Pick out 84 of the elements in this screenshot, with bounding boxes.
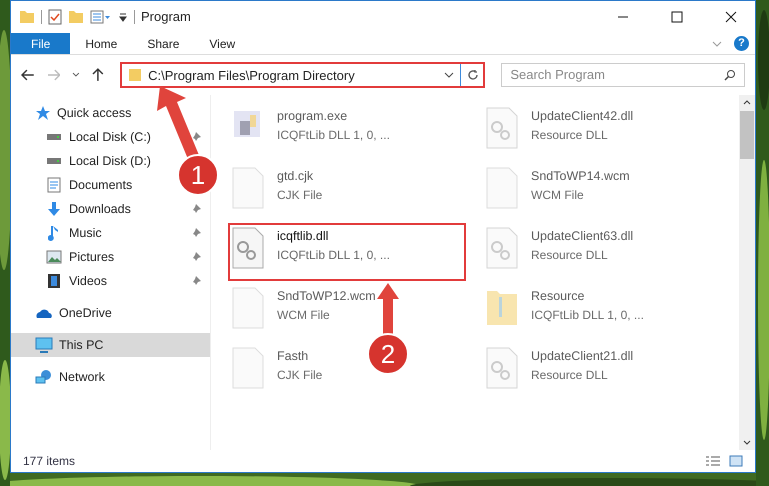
file-type: CJK File: [277, 186, 322, 204]
ribbon-tab[interactable]: Home: [70, 33, 132, 54]
scroll-up-icon[interactable]: [743, 99, 751, 105]
dropdown-icon[interactable]: [118, 12, 128, 22]
sidebar-item[interactable]: Local Disk (C:): [69, 128, 151, 146]
address-bar[interactable]: C:\Program Files\Program Directory: [120, 62, 486, 88]
file-type: ICQFtLib DLL 1, 0, ...: [277, 246, 390, 264]
blank-file-icon: [486, 167, 518, 209]
sidebar-item[interactable]: Pictures: [69, 248, 114, 266]
file-name[interactable]: SndToWP12.wcm: [277, 287, 376, 306]
file-name[interactable]: program.exe: [277, 107, 348, 126]
music-note-icon: [48, 225, 60, 241]
gear-file-icon: [486, 227, 518, 269]
address-path: C:\Program Files\Program Directory: [148, 68, 356, 82]
blank-file-icon: [232, 347, 264, 389]
sidebar-item[interactable]: Downloads: [69, 200, 131, 218]
file-type: ICQFtLib DLL 1, 0, ...: [277, 126, 390, 144]
scroll-thumb[interactable]: [740, 111, 754, 159]
drive-icon: [46, 157, 62, 165]
file-type: Resource DLL: [531, 126, 608, 144]
back-arrow-icon[interactable]: [21, 69, 35, 81]
sidebar-item[interactable]: OneDrive: [11, 301, 210, 325]
refresh-icon[interactable]: [467, 69, 480, 81]
blank-file-icon: [232, 287, 264, 329]
network-icon: [35, 369, 53, 385]
picture-icon: [46, 250, 62, 264]
file-name[interactable]: gtd.cjk: [277, 167, 314, 186]
document-icon: [47, 177, 61, 193]
pin-icon[interactable]: [190, 227, 202, 239]
gear-file-icon: [486, 347, 518, 389]
ribbon-tab[interactable]: View: [194, 33, 250, 54]
pin-icon[interactable]: [190, 131, 202, 143]
sidebar-item[interactable]: Videos: [69, 272, 107, 290]
file-type: CJK File: [277, 366, 322, 384]
sidebar-item[interactable]: Documents: [69, 176, 132, 194]
maximize-icon[interactable]: [671, 11, 683, 23]
ribbon-tab[interactable]: Share: [132, 33, 194, 54]
details-view-icon[interactable]: [705, 455, 721, 467]
film-icon: [47, 273, 61, 289]
down-arrow-icon: [46, 201, 62, 217]
search-icon: [724, 69, 736, 81]
drive-icon: [46, 133, 62, 141]
sidebar-item[interactable]: Music: [69, 224, 102, 242]
gear-file-icon: [232, 227, 264, 269]
file-type: ICQFtLib DLL 1, 0, ...: [531, 306, 644, 324]
chevron-down-icon[interactable]: [72, 72, 80, 78]
up-arrow-icon[interactable]: [92, 68, 104, 82]
chevron-down-icon[interactable]: [444, 71, 454, 79]
star-icon: [35, 105, 51, 121]
pin-icon[interactable]: [190, 251, 202, 263]
search-input[interactable]: Search Program: [510, 65, 724, 85]
tiles-view-icon[interactable]: [729, 455, 743, 467]
folder-icon: [128, 68, 142, 82]
search-field[interactable]: Search Program: [501, 63, 745, 87]
pin-icon[interactable]: [190, 275, 202, 287]
scrollbar[interactable]: [739, 95, 755, 450]
file-name[interactable]: UpdateClient21.dll: [531, 347, 634, 366]
sidebar-item[interactable]: This PC: [11, 333, 210, 357]
sidebar-item[interactable]: Network: [11, 365, 210, 389]
help-button[interactable]: ?: [734, 36, 749, 51]
file-name[interactable]: Resource: [531, 287, 584, 306]
checklist-icon[interactable]: [48, 9, 62, 25]
file-type: Resource DLL: [531, 366, 608, 384]
file-name[interactable]: UpdateClient63.dll: [531, 227, 634, 246]
close-icon[interactable]: [725, 11, 737, 23]
window-title: Program: [141, 8, 191, 26]
sidebar-item[interactable]: Local Disk (D:): [69, 152, 151, 170]
blank-file-icon: [232, 167, 264, 209]
pin-icon[interactable]: [190, 203, 202, 215]
file-name[interactable]: SndToWP14.wcm: [531, 167, 630, 186]
file-type: Resource DLL: [531, 246, 608, 264]
item-count: 177 items: [23, 453, 76, 470]
file-type: WCM File: [277, 306, 330, 324]
properties-icon[interactable]: [90, 10, 112, 24]
monitor-icon: [35, 337, 53, 353]
gear-file-icon: [486, 107, 518, 149]
file-name[interactable]: Fasth: [277, 347, 308, 366]
scroll-down-icon[interactable]: [743, 440, 751, 446]
file-type: WCM File: [531, 186, 584, 204]
file-name[interactable]: UpdateClient42.dll: [531, 107, 634, 126]
file-name[interactable]: icqftlib.dll: [277, 227, 328, 246]
ribbon-tab[interactable]: File: [11, 33, 70, 54]
sidebar-item[interactable]: Quick access: [11, 101, 210, 125]
cloud-icon: [35, 307, 53, 319]
